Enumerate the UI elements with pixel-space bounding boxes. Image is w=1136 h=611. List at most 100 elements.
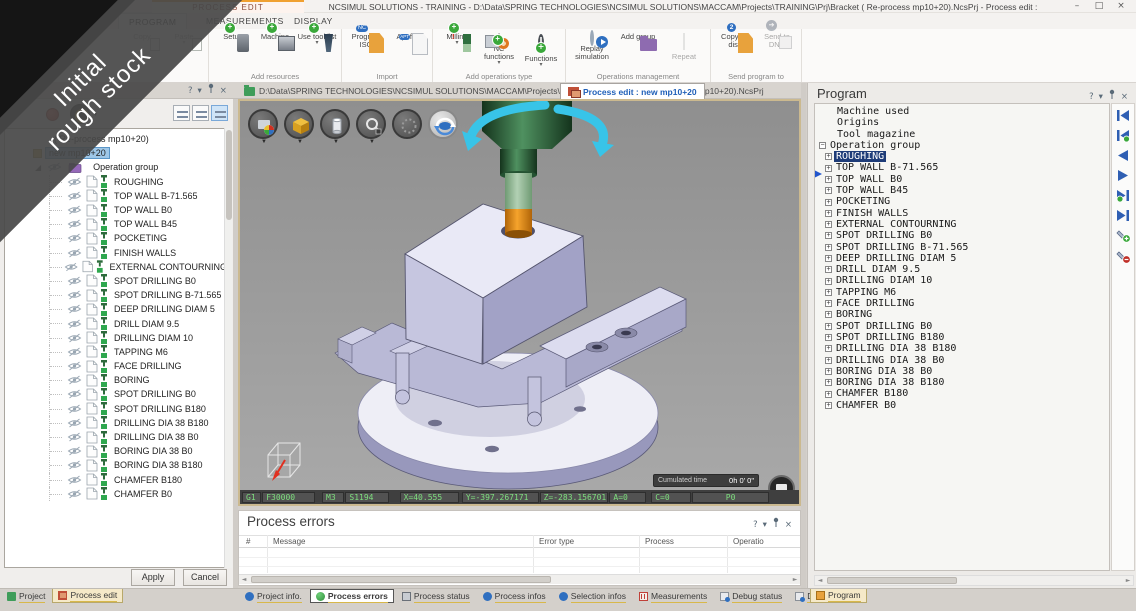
expand-box-icon[interactable]: +: [825, 323, 832, 330]
program-item-operation[interactable]: + FINISH WALLS: [815, 208, 1109, 219]
tree-item-operation[interactable]: CHAMFER B180: [5, 473, 230, 487]
eye-off-icon[interactable]: [67, 177, 82, 187]
program-item-operation[interactable]: + EXTERNAL CONTOURNING: [815, 219, 1109, 230]
eye-off-icon[interactable]: [67, 389, 82, 399]
status-info-tab[interactable]: Selection infos: [554, 589, 631, 603]
tree-item-operation[interactable]: SPOT DRILLING B-71.565: [5, 288, 230, 302]
panel-pin-icon[interactable]: [207, 83, 215, 99]
scroll-right-icon[interactable]: ►: [790, 575, 800, 584]
selection-ghost-icon[interactable]: [392, 109, 422, 139]
eye-off-icon[interactable]: [67, 418, 82, 428]
eye-off-icon[interactable]: [67, 446, 82, 456]
program-item-operation[interactable]: + SPOT DRILLING B180: [815, 332, 1109, 343]
column-operation[interactable]: Operatio: [733, 537, 764, 546]
expand-box-icon[interactable]: +: [825, 311, 832, 318]
expand-box-icon[interactable]: +: [825, 368, 832, 375]
ribbon-button[interactable]: Copy ▾: [121, 30, 163, 41]
program-item-operation[interactable]: + BORING DIA 38 B0: [815, 366, 1109, 377]
tree-item-operation[interactable]: TOP WALL B45: [5, 217, 230, 231]
tab-program[interactable]: PROGRAM: [118, 13, 187, 29]
ribbon-button[interactable]: ! Functions ▾: [520, 30, 562, 68]
go-last-icon[interactable]: [1116, 209, 1130, 222]
expand-box-icon[interactable]: +: [825, 391, 832, 398]
program-item-operation[interactable]: + DRILLING DIA 38 B0: [815, 355, 1109, 366]
tree-item-operation[interactable]: DRILLING DIA 38 B180: [5, 416, 230, 430]
ribbon-button[interactable]: Program ISO ▾: [345, 30, 387, 49]
eye-off-icon[interactable]: [67, 248, 82, 258]
expand-box-icon[interactable]: +: [825, 334, 832, 341]
scroll-right-icon[interactable]: ►: [1123, 576, 1133, 585]
eye-off-icon[interactable]: [67, 276, 82, 286]
eye-off-icon[interactable]: [67, 361, 82, 371]
panel-close-icon[interactable]: ×: [785, 517, 792, 533]
tree-item-operation[interactable]: CHAMFER B0: [5, 487, 230, 501]
ribbon-button[interactable]: Repeat ▾: [661, 30, 707, 61]
error-table-scrollbar[interactable]: ◄ ►: [239, 574, 800, 584]
play-forward-icon[interactable]: [1116, 169, 1130, 182]
panel-close-icon[interactable]: ×: [220, 83, 227, 99]
eye-off-icon[interactable]: [67, 290, 82, 300]
minimize-button[interactable]: –: [1066, 0, 1088, 12]
expand-box-icon[interactable]: +: [825, 232, 832, 239]
eye-off-icon[interactable]: [67, 304, 82, 314]
tree-item-operation[interactable]: SPOT DRILLING B0: [5, 387, 230, 401]
ribbon-button[interactable]: Machine ▾: [254, 30, 296, 41]
target-dropdown-icon[interactable]: ▾: [94, 111, 97, 118]
list-view-detail-button[interactable]: [211, 105, 228, 121]
expand-box-icon[interactable]: +: [825, 402, 832, 409]
expand-box-icon[interactable]: +: [825, 357, 832, 364]
program-item-operation[interactable]: + TOP WALL B0: [815, 174, 1109, 185]
program-item-operation-group[interactable]: −Operation group: [815, 140, 1109, 151]
tree-item-operation[interactable]: BORING DIA 38 B0: [5, 444, 230, 458]
panel-collapse-icon[interactable]: ▾: [198, 83, 202, 99]
expand-box-icon[interactable]: +: [825, 345, 832, 352]
column-message[interactable]: Message: [273, 537, 305, 546]
eye-off-icon[interactable]: [67, 489, 82, 499]
column-error-type[interactable]: Error type: [539, 537, 574, 546]
eye-off-icon[interactable]: [67, 205, 82, 215]
program-item-machine-used[interactable]: Machine used: [815, 106, 1109, 117]
expand-box-icon[interactable]: +: [825, 255, 832, 262]
program-item-operation[interactable]: + TOP WALL B45: [815, 185, 1109, 196]
scroll-left-icon[interactable]: ◄: [815, 576, 825, 585]
eye-off-icon[interactable]: [67, 404, 82, 414]
panel-help-icon[interactable]: ?: [753, 517, 758, 533]
tree-item-operation[interactable]: DRILL DIAM 9.5: [5, 316, 230, 330]
play-back-icon[interactable]: [1116, 149, 1130, 162]
tree-item-operation[interactable]: FACE DRILLING: [5, 359, 230, 373]
panel-collapse-icon[interactable]: ▾: [763, 517, 767, 533]
bottom-tab[interactable]: Project: [2, 589, 50, 603]
record-icon[interactable]: [46, 108, 59, 121]
apply-button[interactable]: Apply: [131, 569, 175, 586]
close-button[interactable]: ×: [1110, 0, 1132, 12]
program-item-operation[interactable]: + DRILL DIAM 9.5: [815, 264, 1109, 275]
doc-tab-process-edit[interactable]: Process edit : new mp10+20: [560, 83, 705, 99]
display-mode-icon[interactable]: ▼: [248, 109, 278, 139]
expand-box-icon[interactable]: +: [825, 244, 832, 251]
program-item-operation[interactable]: + DEEP DRILLING DIAM 5: [815, 253, 1109, 264]
ribbon-button[interactable]: Use tool list ▾: [296, 30, 338, 46]
eye-off-icon[interactable]: [67, 219, 82, 229]
tree-item-operation[interactable]: DEEP DRILLING DIAM 5: [5, 302, 230, 316]
tree-item-operation-group[interactable]: ◢ Operation group: [5, 160, 230, 174]
status-info-tab[interactable]: Process status: [397, 589, 475, 603]
column-process[interactable]: Process: [645, 537, 674, 546]
tree-item-operation[interactable]: SPOT DRILLING B180: [5, 402, 230, 416]
program-item-operation[interactable]: + BORING DIA 38 B180: [815, 377, 1109, 388]
step-forward-icon[interactable]: [1116, 189, 1130, 202]
eye-off-icon[interactable]: [67, 319, 82, 329]
program-item-operation[interactable]: + SPOT DRILLING B0: [815, 230, 1109, 241]
tree-item-operation[interactable]: BORING DIA 38 B180: [5, 458, 230, 472]
column-number[interactable]: #: [246, 537, 250, 546]
tool-view-icon[interactable]: ▼: [320, 109, 350, 139]
go-first-icon[interactable]: [1116, 109, 1130, 122]
ribbon-button[interactable]: ! NC functions ▾: [478, 30, 520, 66]
expand-box-icon[interactable]: +: [825, 210, 832, 217]
program-item-operation[interactable]: + ROUGHING: [815, 151, 1109, 162]
expand-box-icon[interactable]: +: [825, 187, 832, 194]
expand-box-icon[interactable]: +: [825, 266, 832, 273]
program-tree-scrollbar[interactable]: ◄ ►: [814, 575, 1134, 586]
ribbon-button[interactable]: Send to DNC ▾: [756, 30, 798, 49]
program-item-operation[interactable]: + TAPPING M6: [815, 287, 1109, 298]
tree-item-operation[interactable]: DRILLING DIAM 10: [5, 331, 230, 345]
